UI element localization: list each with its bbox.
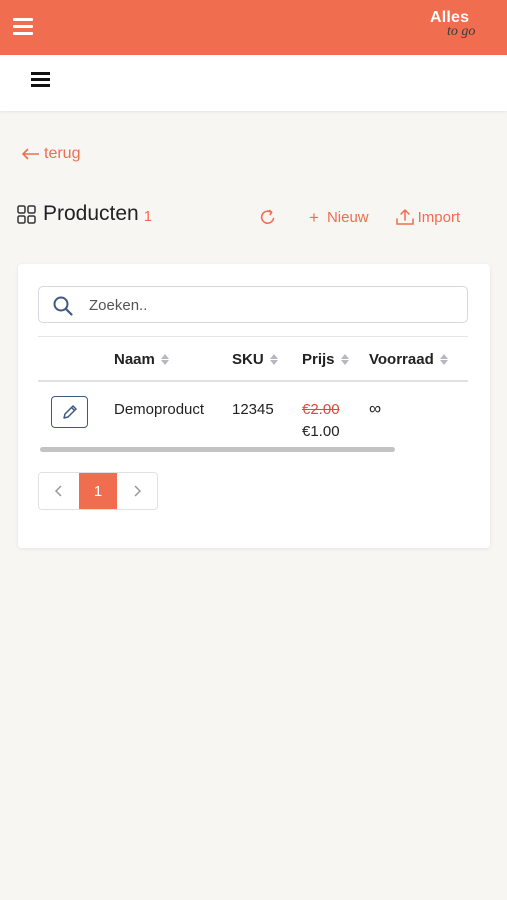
page-heading: Producten 1 bbox=[17, 202, 152, 226]
pagination-next-button[interactable] bbox=[117, 473, 157, 509]
chevron-right-icon bbox=[134, 485, 142, 497]
page-actions: + Nieuw Import bbox=[258, 207, 460, 227]
horizontal-scrollbar[interactable] bbox=[40, 447, 395, 452]
page-title: Producten bbox=[43, 202, 139, 225]
column-header-voorraad[interactable]: Voorraad bbox=[369, 351, 448, 368]
column-header-label: SKU bbox=[232, 351, 264, 368]
sort-icon bbox=[340, 354, 349, 365]
logo-text-to-go: to go bbox=[447, 24, 476, 39]
table-row[interactable]: Demoproduct 12345 €2.00 €1.00 ∞ bbox=[38, 384, 468, 446]
pagination-prev-button[interactable] bbox=[39, 473, 79, 509]
pencil-icon bbox=[62, 405, 77, 419]
import-label: Import bbox=[417, 208, 461, 226]
search-icon bbox=[53, 296, 73, 316]
refresh-icon[interactable] bbox=[258, 207, 278, 227]
column-header-label: Prijs bbox=[302, 351, 335, 368]
column-header-prijs[interactable]: Prijs bbox=[302, 351, 349, 368]
top-app-bar: Alles to go bbox=[0, 0, 507, 55]
search-box bbox=[38, 286, 468, 323]
product-name: Demoproduct bbox=[114, 401, 205, 418]
brand-logo[interactable]: Alles to go bbox=[427, 9, 487, 45]
plus-icon: + bbox=[309, 207, 319, 227]
upload-icon bbox=[395, 208, 414, 225]
search-input[interactable] bbox=[89, 295, 449, 315]
sort-icon bbox=[269, 354, 278, 365]
product-count: 1 bbox=[143, 207, 153, 225]
pagination: 1 bbox=[38, 472, 158, 510]
arrow-left-icon bbox=[22, 148, 39, 160]
products-card: Naam SKU Prijs Voorraad Demoproduct 1234… bbox=[18, 264, 490, 548]
product-sku: 12345 bbox=[232, 401, 274, 418]
table-header: Naam SKU Prijs Voorraad bbox=[38, 336, 468, 382]
edit-product-button[interactable] bbox=[51, 396, 88, 428]
new-product-button[interactable]: + Nieuw bbox=[309, 209, 369, 226]
back-link-label: terug bbox=[44, 145, 81, 162]
grid-icon bbox=[17, 204, 36, 224]
secondary-toolbar bbox=[0, 55, 507, 111]
sort-icon bbox=[439, 354, 448, 365]
sort-icon bbox=[160, 354, 169, 365]
column-header-label: Naam bbox=[114, 351, 155, 368]
column-header-naam[interactable]: Naam bbox=[114, 351, 169, 368]
new-product-label: Nieuw bbox=[326, 208, 369, 226]
product-price: €1.00 bbox=[302, 423, 340, 440]
sidebar-menu-icon[interactable] bbox=[31, 72, 50, 88]
back-link[interactable]: terug bbox=[22, 145, 80, 163]
product-stock: ∞ bbox=[369, 399, 382, 418]
pagination-page-1[interactable]: 1 bbox=[79, 473, 117, 509]
import-button[interactable]: Import bbox=[395, 208, 461, 226]
chevron-left-icon bbox=[54, 485, 62, 497]
main-menu-icon[interactable] bbox=[13, 18, 33, 36]
column-header-sku[interactable]: SKU bbox=[232, 351, 278, 368]
product-price-old: €2.00 bbox=[302, 401, 340, 418]
column-header-label: Voorraad bbox=[369, 351, 434, 368]
